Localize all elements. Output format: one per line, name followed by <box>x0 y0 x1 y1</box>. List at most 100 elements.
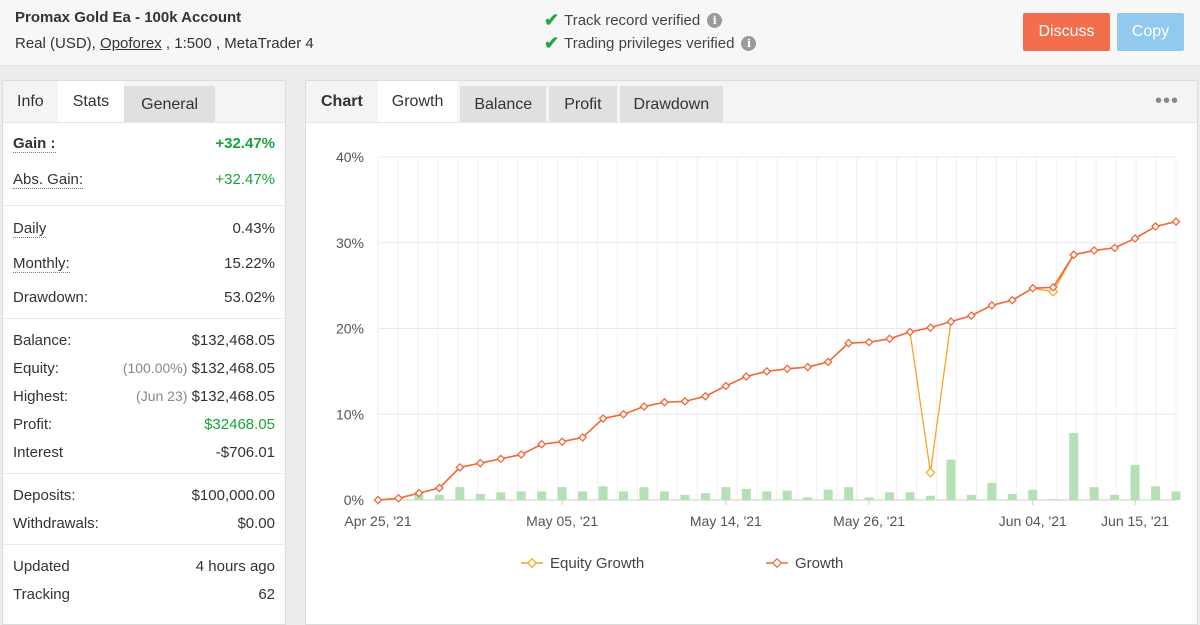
tab-info[interactable]: Info <box>3 81 58 122</box>
trading-privileges-label: Trading privileges verified <box>564 35 735 52</box>
chart-tabs: Chart Growth Balance Profit Drawdown <box>306 81 1197 123</box>
profit-row: Profit: $32468.05 <box>13 416 275 433</box>
abs-gain-label[interactable]: Abs. Gain: <box>13 171 84 189</box>
daily-bar <box>496 492 506 500</box>
growth-point <box>926 323 935 333</box>
growth-point <box>1171 217 1181 227</box>
balance-value: $132,468.05 <box>191 332 275 349</box>
daily-bar <box>516 491 526 500</box>
more-options-icon[interactable]: ••• <box>1155 91 1179 111</box>
gain-label[interactable]: Gain : <box>13 135 56 153</box>
broker-link[interactable]: Opoforex <box>100 35 162 52</box>
check-icon: ✔ <box>544 10 560 30</box>
daily-bar <box>864 497 874 500</box>
tab-drawdown[interactable]: Drawdown <box>619 86 724 122</box>
daily-bar <box>537 491 547 500</box>
tab-profit[interactable]: Profit <box>549 86 617 122</box>
highest-value-group: (Jun 23) $132,468.05 <box>136 388 275 405</box>
daily-bar <box>1089 487 1099 500</box>
withdrawals-label: Withdrawals: <box>13 515 99 532</box>
x-tick-label: May 14, '21 <box>690 513 762 529</box>
equity-value: $132,468.05 <box>191 360 275 377</box>
growth-point <box>987 300 997 310</box>
daily-bar <box>762 491 772 500</box>
interest-row: Interest -$706.01 <box>13 444 275 461</box>
abs-gain-row: Abs. Gain: +32.47% <box>13 171 275 189</box>
daily-bar <box>1007 493 1017 500</box>
daily-bar <box>741 488 751 500</box>
daily-bar <box>1110 494 1120 500</box>
daily-bar <box>1171 491 1181 500</box>
track-record-label: Track record verified <box>564 12 701 29</box>
equity-label: Equity: <box>13 360 59 377</box>
y-tick-label: 20% <box>336 321 364 337</box>
y-tick-label: 40% <box>336 149 364 165</box>
growth-point <box>1028 283 1038 293</box>
withdrawals-row: Withdrawals: $0.00 <box>13 515 275 532</box>
daily-bar <box>987 482 997 500</box>
daily-bar <box>1069 433 1079 500</box>
growth-point <box>966 311 976 321</box>
growth-point <box>394 493 403 503</box>
equity-row: Equity: (100.00%) $132,468.05 <box>13 360 275 377</box>
daily-bar <box>659 491 669 500</box>
growth-point <box>1007 295 1017 305</box>
legend-marker <box>771 557 783 569</box>
tab-growth[interactable]: Growth <box>377 81 458 122</box>
info-icon[interactable]: i <box>741 36 757 51</box>
legend-marker <box>526 557 538 569</box>
tab-general[interactable]: General <box>124 86 216 122</box>
equity-point <box>925 467 936 478</box>
growth-point <box>864 337 874 347</box>
interest-value: -$706.01 <box>215 444 275 461</box>
account-details: Real (USD), Opoforex , 1:500 , MetaTrade… <box>15 35 314 52</box>
growth-point <box>946 317 956 327</box>
growth-point <box>1130 234 1140 243</box>
divider <box>3 473 287 474</box>
highest-row: Highest: (Jun 23) $132,468.05 <box>13 388 275 405</box>
highest-date: (Jun 23) <box>136 388 188 404</box>
growth-point <box>741 372 751 381</box>
discuss-button[interactable]: Discuss <box>1023 13 1110 51</box>
monthly-label[interactable]: Monthly: <box>13 255 70 273</box>
legend-label: Growth <box>795 555 843 572</box>
daily-bar <box>925 495 935 500</box>
growth-point <box>680 396 690 406</box>
balance-label: Balance: <box>13 332 72 349</box>
daily-label[interactable]: Daily <box>13 220 47 238</box>
daily-bar <box>946 459 956 500</box>
daily-bar <box>1151 486 1161 500</box>
growth-point <box>557 437 567 447</box>
growth-point <box>721 381 731 391</box>
daily-bar <box>598 486 608 500</box>
x-tick-label: Jun 15, '21 <box>1101 513 1169 529</box>
growth-chart: 0% 10% 20% 30% 40% Apr 25, '21 May 05, '21 May … <box>336 149 1181 572</box>
y-tick-label: 10% <box>336 406 364 422</box>
tracking-value: 62 <box>258 586 275 603</box>
deposits-value: $100,000.00 <box>191 487 275 504</box>
equity-percent: (100.00%) <box>122 360 188 376</box>
updated-value: 4 hours ago <box>195 558 275 575</box>
growth-point <box>373 495 383 505</box>
tab-balance[interactable]: Balance <box>460 86 547 122</box>
daily-bar <box>721 487 731 500</box>
updated-row: Updated 4 hours ago <box>13 558 275 575</box>
info-icon[interactable]: i <box>707 13 723 28</box>
daily-bar <box>905 492 915 500</box>
track-record-status: ✔ Track record verified i <box>544 10 723 31</box>
gain-value: +32.47% <box>215 135 275 152</box>
daily-bar <box>1048 499 1058 500</box>
daily-bar <box>680 494 690 500</box>
daily-bar <box>823 489 833 500</box>
daily-bar <box>844 487 854 500</box>
daily-bar <box>455 487 465 500</box>
drawdown-label: Drawdown: <box>13 289 89 306</box>
divider <box>3 205 287 206</box>
growth-point <box>905 327 915 337</box>
profit-value: $32468.05 <box>204 416 275 433</box>
copy-button[interactable]: Copy <box>1117 13 1184 51</box>
tracking-label: Tracking <box>13 586 70 603</box>
withdrawals-value: $0.00 <box>237 515 275 532</box>
tab-stats[interactable]: Stats <box>57 81 125 122</box>
updated-label: Updated <box>13 558 70 575</box>
